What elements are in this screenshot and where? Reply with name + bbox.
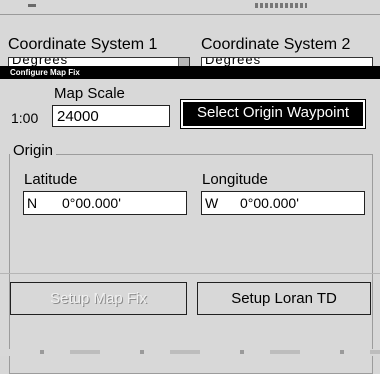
select-origin-waypoint-button[interactable]: Select Origin Waypoint [180, 99, 366, 129]
configure-map-fix-dialog: Map Scale 1:00 24000 Select Origin Waypo… [0, 79, 380, 374]
map-scale-prefix: 1:00 [11, 110, 39, 126]
latitude-value: 0°00.000' [62, 195, 121, 211]
map-scale-label: Map Scale [54, 85, 125, 102]
coordinate-system-1-label: Coordinate System 1 [8, 36, 158, 53]
latitude-hemisphere: N [27, 195, 38, 211]
longitude-label: Longitude [202, 171, 268, 188]
latitude-label: Latitude [24, 171, 78, 188]
dialog-title: Configure Map Fix [10, 68, 80, 77]
background-window-bottom-scraps [0, 350, 380, 354]
origin-group-label: Origin [10, 142, 57, 159]
background-window-scrap [255, 3, 307, 8]
longitude-input[interactable]: W 0°00.000' [201, 191, 365, 215]
background-window-bottom-edge [0, 349, 380, 356]
latitude-input[interactable]: N 0°00.000' [23, 191, 187, 215]
background-window-top-edge [0, 0, 380, 15]
setup-map-fix-button[interactable]: Setup Map Fix [10, 282, 187, 315]
longitude-hemisphere: W [205, 195, 219, 211]
button-area-divider [0, 273, 380, 274]
screen: Coordinate System 1 Coordinate System 2 … [0, 0, 380, 374]
background-window-mark [28, 4, 36, 7]
coordinate-system-2-label: Coordinate System 2 [201, 36, 351, 53]
dialog-title-bar[interactable]: Configure Map Fix [0, 66, 380, 79]
setup-loran-td-button[interactable]: Setup Loran TD [197, 282, 371, 315]
longitude-value: 0°00.000' [240, 195, 299, 211]
map-scale-input[interactable]: 24000 [52, 105, 170, 127]
